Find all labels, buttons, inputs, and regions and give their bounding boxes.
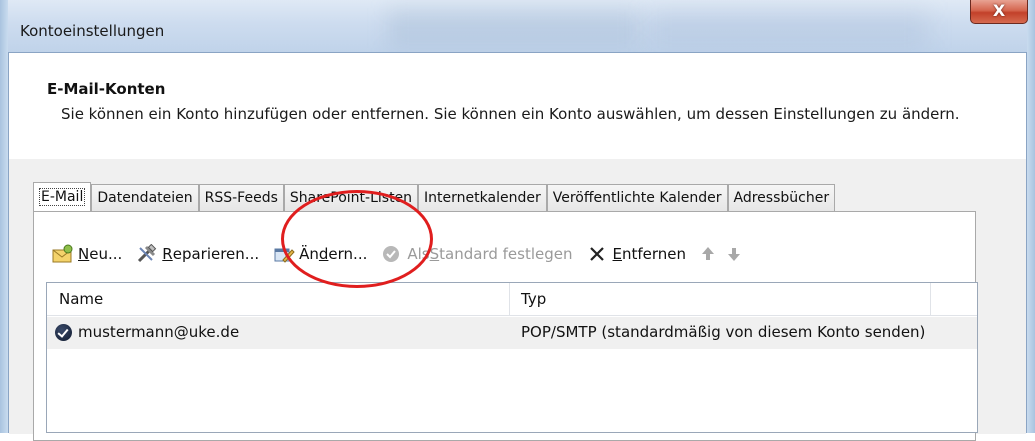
table-row[interactable]: mustermann@uke.de POP/SMTP (standardmäßi… (47, 317, 977, 349)
tab-published-calendars[interactable]: Veröffentlichte Kalender (546, 184, 728, 211)
account-type: POP/SMTP (standardmäßig von diesem Konto… (521, 323, 926, 341)
account-name: mustermann@uke.de (78, 323, 240, 341)
change-settings-icon (273, 244, 295, 264)
remove-button[interactable]: Entfernen (587, 244, 687, 264)
window-title: Kontoeinstellungen (20, 22, 165, 40)
new-button-accel: N (78, 245, 90, 263)
tab-address-books[interactable]: Adressbücher (727, 184, 836, 211)
remove-button-label: ntfernen (622, 245, 687, 263)
close-button[interactable]: X (970, 0, 1028, 24)
tab-email[interactable]: E-Mail (33, 182, 92, 211)
account-name-cell: mustermann@uke.de (55, 323, 239, 341)
window-frame-left (0, 0, 8, 433)
new-button-label: eu... (89, 245, 123, 263)
tab-label: E-Mail (39, 188, 86, 206)
change-button[interactable]: Än d ern... (273, 244, 367, 264)
account-settings-window: Kontoeinstellungen X E-Mail-Konten Sie k… (0, 0, 1035, 441)
column-header-name[interactable]: Name (59, 290, 103, 308)
change-button-label: ern... (328, 245, 368, 263)
list-header: Name Typ (47, 283, 977, 316)
tab-internet-calendars[interactable]: Internetkalender (418, 184, 547, 211)
move-down-button[interactable] (726, 244, 746, 264)
repair-button[interactable]: Reparieren... (136, 243, 260, 264)
arrow-down-icon (726, 244, 742, 264)
set-default-label: tandard festlegen (439, 245, 573, 263)
checkmark-circle-icon (381, 244, 403, 264)
new-button[interactable]: Neu... (52, 244, 122, 264)
repair-button-label: eparieren... (172, 245, 260, 263)
tools-icon (136, 243, 158, 264)
remove-x-icon (587, 244, 609, 264)
arrow-up-icon (700, 244, 716, 264)
section-title: E-Mail-Konten (47, 80, 166, 98)
repair-button-accel: R (162, 245, 173, 263)
change-button-accel: d (318, 245, 329, 263)
dialog-header: E-Mail-Konten Sie können ein Konto hinzu… (9, 53, 1026, 160)
change-button-label-pre: Än (299, 245, 319, 263)
close-icon: X (992, 1, 1006, 20)
tab-sharepoint-lists[interactable]: SharePoint-Listen (283, 184, 419, 211)
section-description: Sie können ein Konto hinzufügen oder ent… (61, 105, 960, 123)
account-toolbar: Neu... Reparieren... Än d ern... Als S t… (52, 242, 760, 266)
set-default-accel: S (429, 245, 440, 263)
window-frame-right (1027, 0, 1035, 433)
move-up-button[interactable] (700, 244, 720, 264)
tab-rss-feeds[interactable]: RSS-Feeds (198, 184, 284, 211)
column-header-type[interactable]: Typ (521, 290, 546, 308)
tab-strip: E-Mail Datendateien RSS-Feeds SharePoint… (33, 182, 836, 212)
tab-data-files[interactable]: Datendateien (91, 184, 199, 211)
set-default-label-pre: Als (407, 245, 430, 263)
title-bar[interactable]: Kontoeinstellungen X (8, 0, 1028, 52)
set-default-button[interactable]: Als Standard festlegen (381, 244, 573, 264)
new-mail-icon (52, 244, 74, 264)
account-list[interactable]: Name Typ mustermann@uke.de POP/SMTP (sta… (46, 282, 978, 433)
remove-button-accel: E (612, 245, 622, 263)
default-account-check-icon (55, 323, 72, 341)
